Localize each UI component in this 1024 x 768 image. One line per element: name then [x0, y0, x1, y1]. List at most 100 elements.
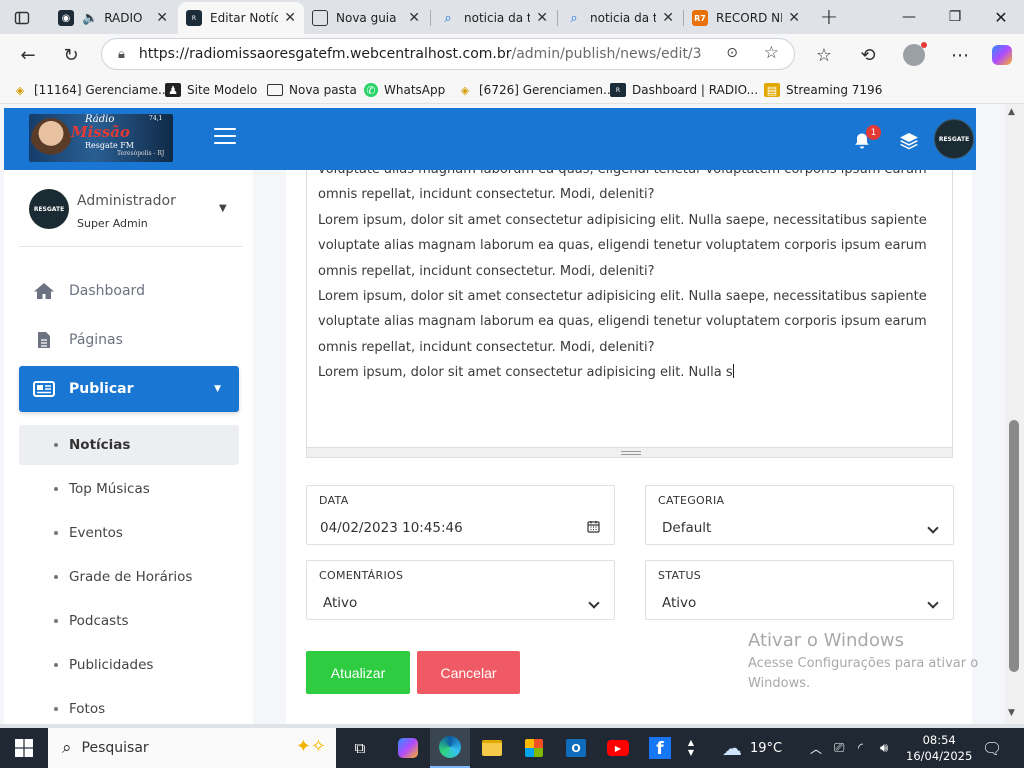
- taskbar-store-app[interactable]: [518, 728, 550, 768]
- read-aloud-icon[interactable]: ⊙: [726, 45, 738, 61]
- search-placeholder: Pesquisar: [81, 740, 149, 756]
- newspaper-icon: [33, 381, 55, 397]
- calendar-icon[interactable]: [587, 520, 600, 533]
- select-value: Default: [662, 520, 712, 536]
- bookmark-gerenciamento-6726[interactable]: ◈ [6726] Gerenciamen...: [457, 82, 615, 98]
- bookmark-whatsapp[interactable]: ✆ WhatsApp: [364, 82, 445, 98]
- close-tab-icon[interactable]: ✕: [408, 10, 420, 26]
- meet-now-icon[interactable]: ⎚: [834, 728, 844, 768]
- address-bar[interactable]: 🔒︎ https://radiomissaoresgatefm.webcentr…: [101, 38, 795, 70]
- settings-more-button[interactable]: ⋯: [945, 40, 975, 70]
- favorites-button[interactable]: ☆: [809, 40, 839, 70]
- taskbar-youtube-app[interactable]: ▶: [602, 728, 634, 768]
- status-select[interactable]: STATUS Ativo: [645, 560, 954, 620]
- new-tab-button[interactable]: +: [806, 0, 852, 34]
- bookmark-site-modelo[interactable]: ♟ Site Modelo: [165, 82, 257, 98]
- date-field[interactable]: DATA 04/02/2023 10:45:46: [306, 485, 615, 545]
- sidebar-subitem-top-musicas[interactable]: Top Músicas: [19, 469, 239, 509]
- notifications-button[interactable]: 🗨︎: [982, 728, 1002, 768]
- tab-actions-button[interactable]: [6, 4, 46, 32]
- close-tab-icon[interactable]: ✕: [662, 10, 674, 26]
- update-button[interactable]: Atualizar: [306, 651, 410, 694]
- editor-resize-handle[interactable]: [306, 448, 953, 458]
- sidebar-item-paginas[interactable]: Páginas: [19, 318, 239, 362]
- field-label: DATA: [319, 494, 349, 507]
- tab-noticia-da-tv-1[interactable]: ⌕ noticia da tv ✕: [432, 4, 556, 32]
- editor-paragraph: voluptate alias magnam laborum ea quas, …: [318, 170, 927, 203]
- taskbar-explorer-app[interactable]: [476, 728, 508, 768]
- taskbar-copilot-app[interactable]: [392, 728, 424, 768]
- notification-center-icon: 🗨︎: [982, 738, 1003, 758]
- plus-icon: +: [819, 4, 839, 30]
- profile-button[interactable]: [899, 40, 929, 70]
- bookmark-dashboard-radio[interactable]: R Dashboard | RADIO...: [610, 82, 758, 98]
- tab-noticia-da-tv-2[interactable]: ⌕ noticia da tv ✕: [558, 4, 682, 32]
- site-info-icon[interactable]: 🔒︎: [118, 47, 125, 62]
- clock[interactable]: 08:54 16/04/2025: [906, 728, 972, 768]
- header-avatar[interactable]: RESGATE: [934, 119, 974, 159]
- clock-date: 16/04/2025: [906, 749, 973, 763]
- tab-record-ne[interactable]: R7 RECORD NE ✕: [684, 4, 808, 32]
- copilot-button[interactable]: [987, 40, 1017, 70]
- taskbar-edge-app[interactable]: [430, 728, 470, 768]
- close-window-button[interactable]: ✕: [978, 0, 1024, 34]
- editor-content[interactable]: voluptate alias magnam laborum ea quas, …: [318, 170, 942, 386]
- back-button[interactable]: ←: [13, 40, 43, 70]
- layers-icon[interactable]: [899, 132, 919, 150]
- date-input[interactable]: 04/02/2023 10:45:46: [320, 520, 463, 536]
- history-button[interactable]: ⟲: [853, 40, 883, 70]
- scroll-down-icon[interactable]: ▼: [1008, 708, 1015, 718]
- close-tab-icon[interactable]: ✕: [788, 10, 800, 26]
- taskbar-search[interactable]: ⌕ Pesquisar ✦✧: [48, 728, 336, 768]
- taskbar-scroll-buttons[interactable]: ▲ ▼: [684, 728, 698, 768]
- favorites-icon: ☆: [815, 44, 833, 66]
- close-tab-icon[interactable]: ✕: [284, 10, 296, 26]
- tab-radio[interactable]: ◉ 🔈 RADIO ✕: [50, 4, 176, 32]
- minimize-button[interactable]: —: [886, 0, 932, 34]
- weather-widget[interactable]: ☁ 19°C: [722, 728, 782, 768]
- chevron-down-icon: [588, 597, 600, 609]
- cancel-button[interactable]: Cancelar: [417, 651, 520, 694]
- sidebar-item-dashboard[interactable]: Dashboard: [19, 269, 239, 313]
- chevron-up-icon: ︿: [810, 741, 823, 756]
- cloud-icon: ☁: [722, 736, 742, 760]
- show-hidden-icons-button[interactable]: ︿: [810, 728, 822, 768]
- bookmark-streaming[interactable]: ▤ Streaming 7196: [764, 82, 882, 98]
- taskbar-outlook-app[interactable]: O: [560, 728, 592, 768]
- sidebar-subitem-podcasts[interactable]: Podcasts: [19, 601, 239, 641]
- task-view-button[interactable]: ⧉: [344, 728, 376, 768]
- bookmark-nova-pasta[interactable]: Nova pasta: [267, 82, 357, 98]
- sidebar-subitem-fotos[interactable]: Fotos: [19, 689, 239, 724]
- sidebar-subitem-eventos[interactable]: Eventos: [19, 513, 239, 553]
- store-icon: [525, 739, 543, 757]
- reload-button[interactable]: ↻: [56, 40, 86, 70]
- bookmark-gerenciamento-11164[interactable]: ◈ [11164] Gerenciame...: [12, 82, 170, 98]
- category-select[interactable]: CATEGORIA Default: [645, 485, 954, 545]
- wifi-icon[interactable]: ◜: [858, 728, 863, 768]
- start-button[interactable]: [0, 728, 48, 768]
- tab-editar-noticia[interactable]: R Editar Notíci ✕: [178, 2, 304, 34]
- close-tab-icon[interactable]: ✕: [536, 10, 548, 26]
- sidebar-subitem-publicidades[interactable]: Publicidades: [19, 645, 239, 685]
- page-scrollbar[interactable]: ▲ ▼: [1005, 104, 1024, 724]
- taskbar-facebook-app[interactable]: f: [644, 728, 676, 768]
- field-label: STATUS: [658, 569, 702, 582]
- scrollbar-thumb[interactable]: [1009, 420, 1019, 672]
- close-tab-icon[interactable]: ✕: [156, 10, 168, 26]
- volume-icon[interactable]: 🔊︎: [880, 728, 888, 768]
- radio-logo[interactable]: Rádio Missão Resgate FM Teresópolis - RJ…: [29, 114, 173, 162]
- sidebar-item-publicar[interactable]: Publicar ▼: [19, 366, 239, 412]
- scroll-up-icon[interactable]: ▲: [1008, 107, 1015, 117]
- sidebar-subitem-grade-de-horarios[interactable]: Grade de Horários: [19, 557, 239, 597]
- menu-toggle-button[interactable]: [214, 128, 236, 146]
- comments-select[interactable]: COMENTÁRIOS Ativo: [306, 560, 615, 620]
- caret-down-icon[interactable]: ▼: [219, 203, 227, 214]
- rich-text-editor[interactable]: voluptate alias magnam laborum ea quas, …: [306, 170, 953, 448]
- favorite-star-icon[interactable]: ☆: [764, 43, 779, 63]
- user-panel[interactable]: RESGATE Administrador Super Admin ▼: [4, 170, 253, 248]
- tab-nova-guia[interactable]: Nova guia ✕: [304, 4, 428, 32]
- restore-button[interactable]: ❐: [932, 0, 978, 34]
- chevron-up-icon: ▲: [687, 738, 695, 747]
- sidebar-item-label: Eventos: [69, 525, 123, 541]
- sidebar-subitem-noticias[interactable]: Notícias: [19, 425, 239, 465]
